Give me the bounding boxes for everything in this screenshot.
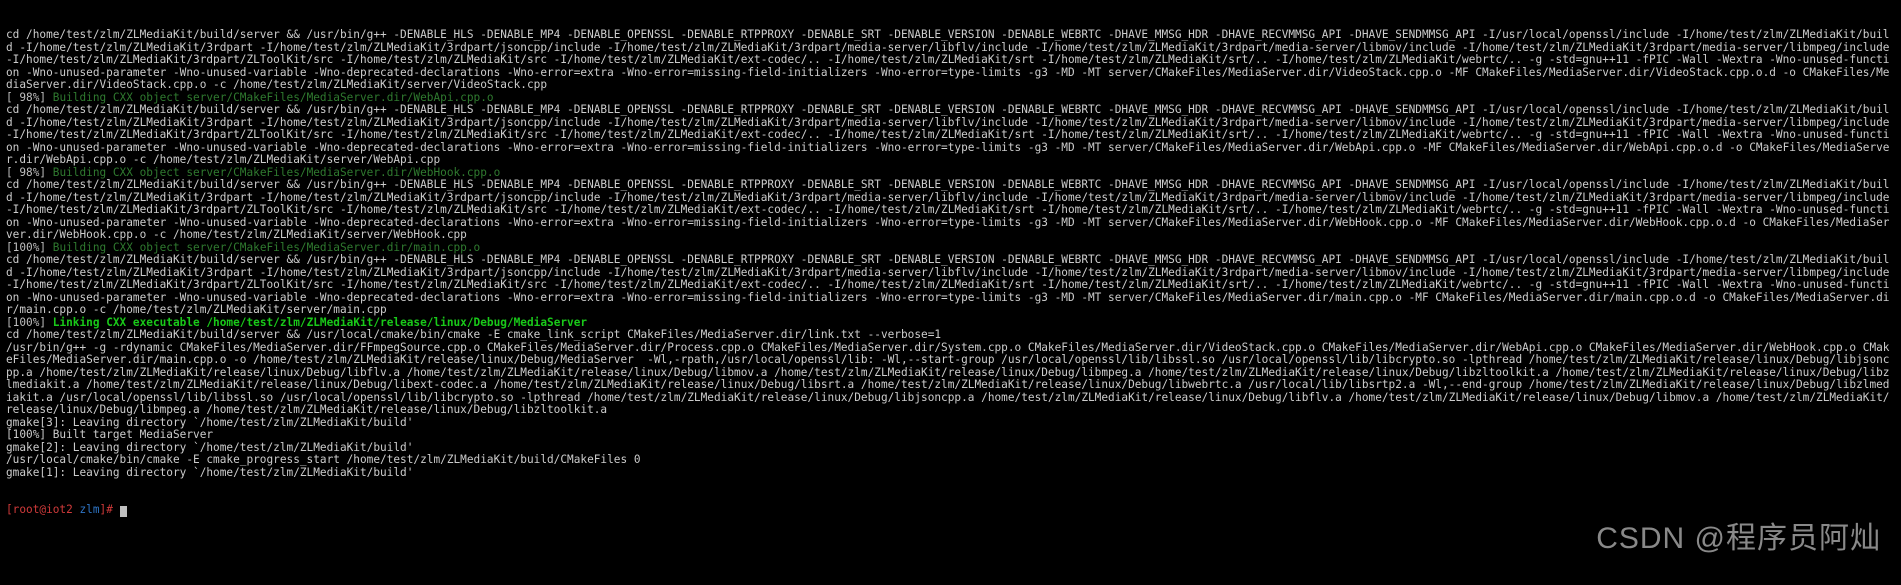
watermark-text: CSDN @程序员阿灿	[1596, 533, 1881, 546]
terminal-line: [100%] Built target MediaServer	[6, 429, 1895, 442]
terminal-line: gmake[3]: Leaving directory `/home/test/…	[6, 417, 1895, 430]
terminal-line: cd /home/test/zlm/ZLMediaKit/build/serve…	[6, 254, 1895, 317]
shell-prompt[interactable]: [root@iot2 zlm]#	[6, 504, 1895, 517]
prompt-tail: ]#	[100, 503, 120, 516]
terminal-line: /usr/local/cmake/bin/cmake -E cmake_prog…	[6, 454, 1895, 467]
prompt-user-host: [root@iot2	[6, 503, 79, 516]
terminal-line: cd /home/test/zlm/ZLMediaKit/build/serve…	[6, 179, 1895, 242]
terminal-output[interactable]: cd /home/test/zlm/ZLMediaKit/build/serve…	[0, 0, 1901, 533]
terminal-line: /usr/bin/g++ -g -rdynamic CMakeFiles/Med…	[6, 342, 1895, 417]
prompt-cwd: zlm	[79, 503, 99, 516]
terminal-line: cd /home/test/zlm/ZLMediaKit/build/serve…	[6, 329, 1895, 342]
terminal-line: cd /home/test/zlm/ZLMediaKit/build/serve…	[6, 29, 1895, 92]
terminal-line: gmake[1]: Leaving directory `/home/test/…	[6, 467, 1895, 480]
cursor-icon	[120, 506, 127, 517]
terminal-line: cd /home/test/zlm/ZLMediaKit/build/serve…	[6, 104, 1895, 167]
